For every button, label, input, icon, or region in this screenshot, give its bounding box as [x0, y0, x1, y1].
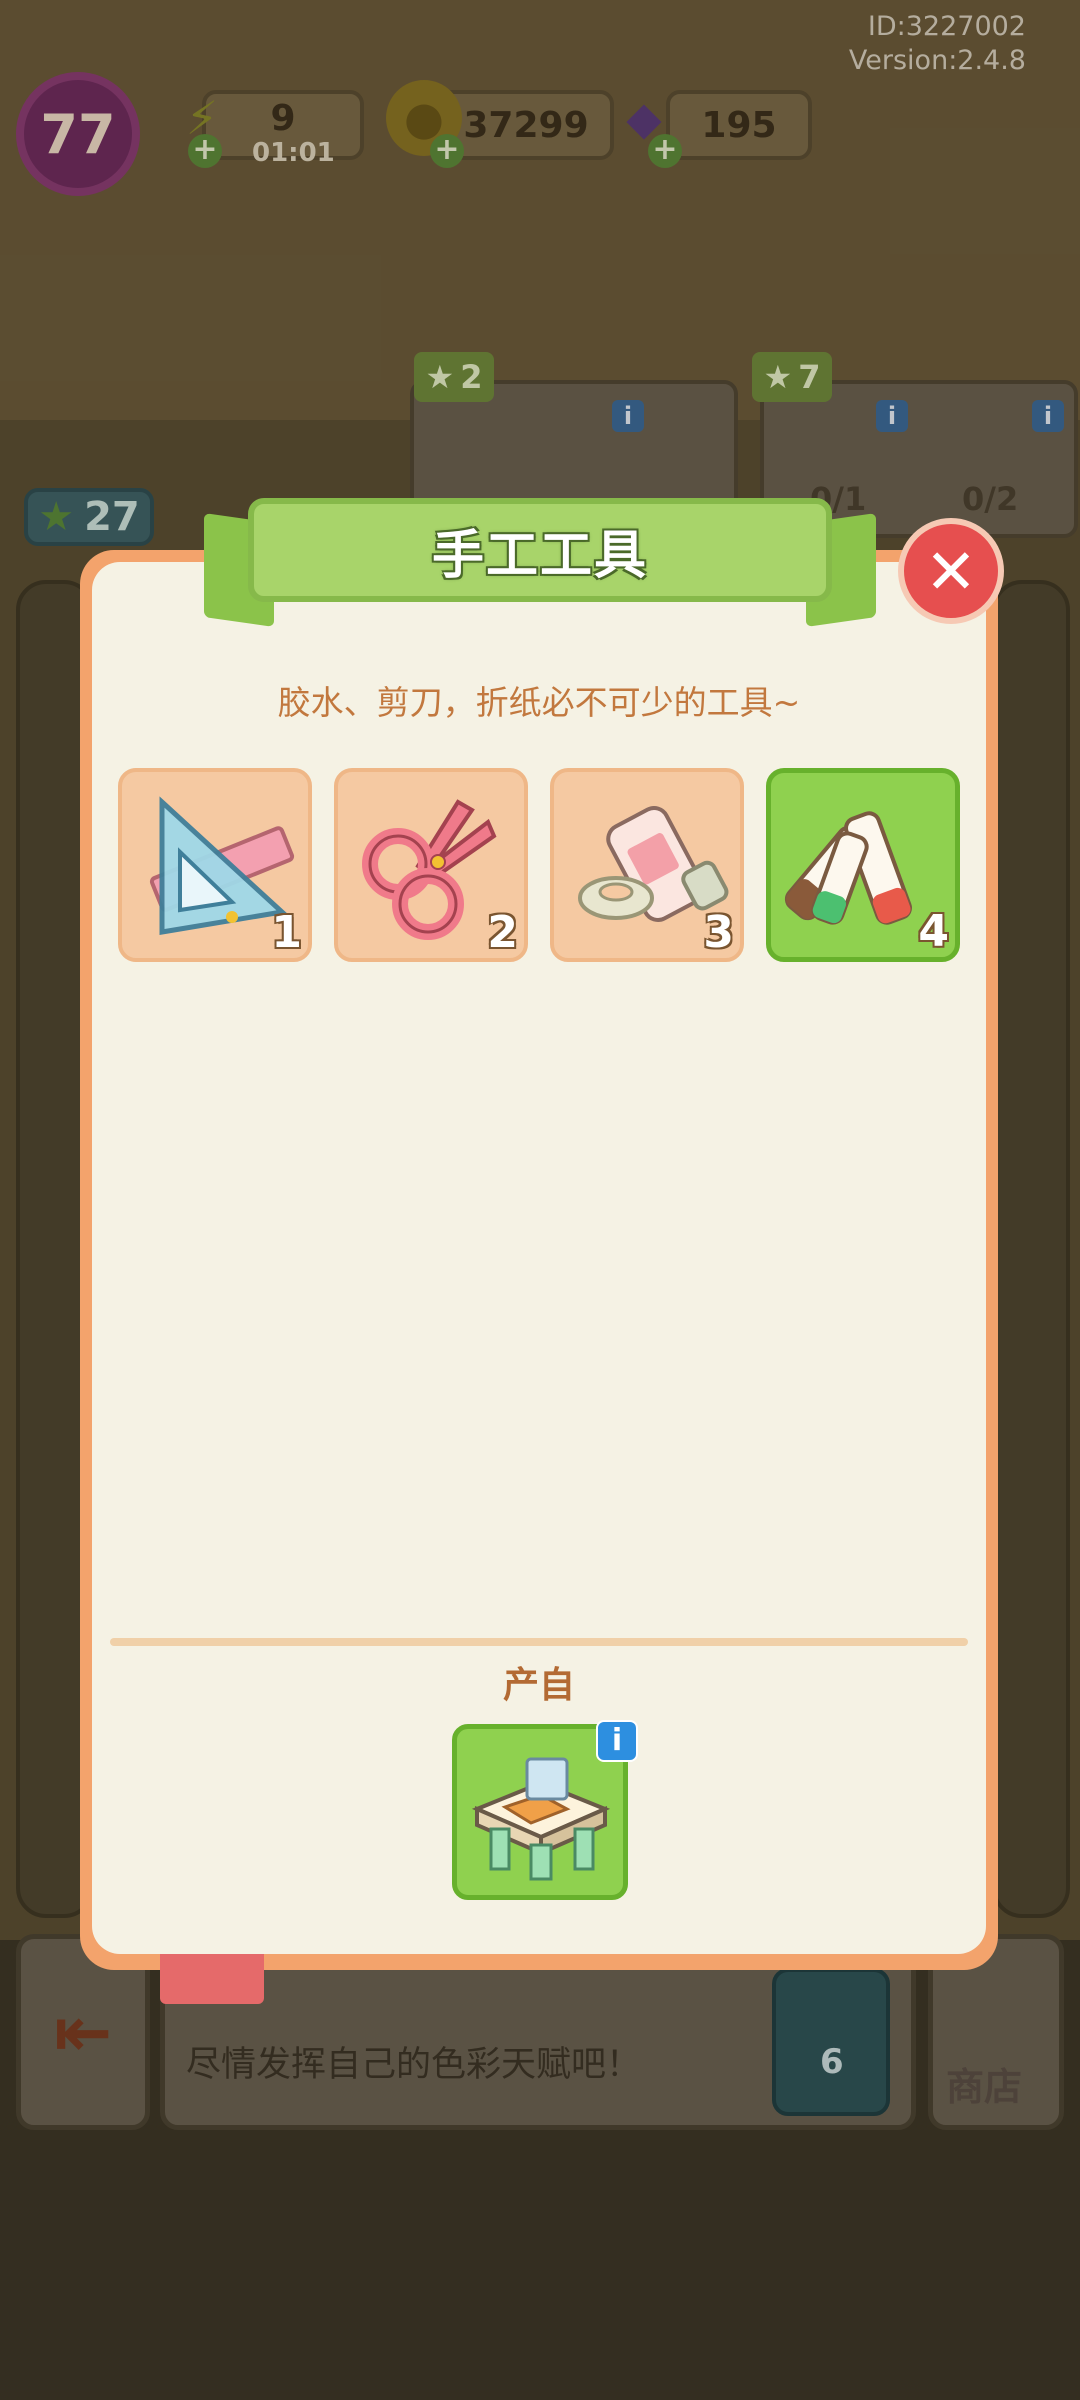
close-icon: ✕	[925, 534, 977, 608]
item-level-number: 3	[703, 907, 734, 958]
section-divider	[110, 1638, 968, 1646]
item-level-number: 4	[918, 906, 949, 957]
dialog-title: 手工工具	[431, 525, 648, 586]
item-level-number: 1	[271, 907, 302, 958]
ribbon-tab-decoration	[160, 1954, 264, 2004]
chain-item-4[interactable]: 4	[766, 768, 960, 962]
item-level-number: 2	[487, 907, 518, 958]
chain-item-2[interactable]: 2	[334, 768, 528, 962]
dialog-title-banner: 手工工具	[248, 498, 832, 602]
source-label: 产自	[502, 1665, 575, 1706]
chain-item-1[interactable]: 1	[118, 768, 312, 962]
close-button[interactable]: ✕	[898, 518, 1004, 624]
dialog-description: 胶水、剪刀，折纸必不可少的工具~	[277, 683, 801, 722]
chain-item-3[interactable]: 3	[550, 768, 744, 962]
source-info-icon[interactable]: i	[596, 1720, 638, 1762]
